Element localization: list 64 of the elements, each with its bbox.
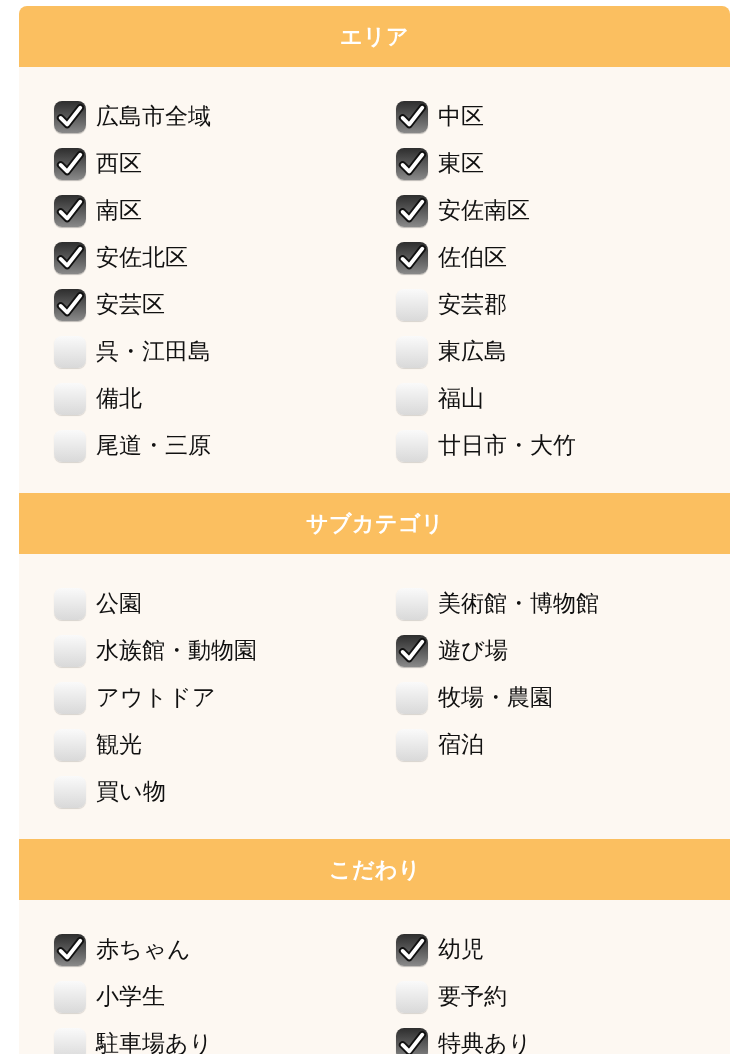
checkbox[interactable] [54, 100, 86, 133]
checkbox[interactable] [54, 194, 86, 227]
checkbox-label[interactable]: 赤ちゃん [96, 938, 191, 961]
checkbox-label[interactable]: 安芸郡 [438, 293, 507, 316]
checkbox[interactable] [54, 147, 86, 180]
checkbox-label[interactable]: 買い物 [96, 780, 166, 803]
section-header: こだわり [19, 839, 730, 900]
checkbox-label[interactable]: 佐伯区 [438, 246, 507, 269]
checkbox-label[interactable]: 牧場・農園 [438, 686, 553, 709]
checkbox-label[interactable]: 宿泊 [438, 733, 484, 756]
checkbox[interactable] [396, 147, 428, 180]
checkbox-label[interactable]: 呉・江田島 [96, 340, 211, 363]
checkbox[interactable] [396, 980, 428, 1013]
checkbox-label[interactable]: 西区 [96, 152, 142, 175]
checkbox-label[interactable]: 備北 [96, 387, 142, 410]
checkbox[interactable] [54, 775, 86, 808]
checkbox[interactable] [396, 728, 428, 761]
checkbox-label[interactable]: 福山 [438, 387, 484, 410]
checkbox[interactable] [396, 288, 428, 321]
checkbox-label[interactable]: 尾道・三原 [96, 434, 211, 457]
checkbox[interactable] [396, 634, 428, 667]
checkbox-label[interactable]: 安佐北区 [96, 246, 188, 269]
checkbox[interactable] [396, 587, 428, 620]
checkbox[interactable] [396, 194, 428, 227]
checkbox-label[interactable]: 観光 [96, 733, 142, 756]
checkbox-label[interactable]: 遊び場 [438, 639, 508, 662]
checkbox-label[interactable]: 水族館・動物園 [96, 639, 257, 662]
checkbox-label[interactable]: 安佐南区 [438, 199, 530, 222]
checkbox-label[interactable]: 東広島 [438, 340, 507, 363]
checkbox-label[interactable]: 要予約 [438, 985, 507, 1008]
checkbox-label[interactable]: 東区 [438, 152, 484, 175]
checkbox[interactable] [54, 681, 86, 714]
checkbox[interactable] [396, 382, 428, 415]
section-header: エリア [19, 6, 730, 67]
checkbox-label[interactable]: 中区 [438, 105, 484, 128]
checkbox[interactable] [396, 335, 428, 368]
checkbox[interactable] [54, 335, 86, 368]
checkbox-label[interactable]: 安芸区 [96, 293, 165, 316]
checkbox[interactable] [396, 681, 428, 714]
check-icon [397, 1028, 427, 1054]
checkbox-label[interactable]: 美術館・博物館 [438, 592, 599, 615]
checkbox[interactable] [396, 429, 428, 462]
checkbox-label[interactable]: 小学生 [96, 985, 165, 1008]
checkbox[interactable] [54, 241, 86, 274]
checkbox[interactable] [396, 933, 428, 966]
checkbox[interactable] [54, 728, 86, 761]
checkbox[interactable] [396, 100, 428, 133]
checkbox[interactable] [54, 288, 86, 321]
checkbox-label[interactable]: 幼児 [438, 938, 484, 961]
checkbox-label[interactable]: 廿日市・大竹 [438, 434, 576, 457]
checkbox-label[interactable]: 広島市全域 [96, 105, 211, 128]
checkbox-label[interactable]: アウトドア [96, 686, 216, 709]
checkbox[interactable] [54, 587, 86, 620]
checkbox[interactable] [54, 1027, 86, 1054]
checkbox[interactable] [396, 241, 428, 274]
checkbox[interactable] [54, 933, 86, 966]
checkbox-label[interactable]: 公園 [96, 592, 142, 615]
checkbox[interactable] [54, 634, 86, 667]
checkbox[interactable] [54, 429, 86, 462]
checkbox[interactable] [54, 980, 86, 1013]
checkbox-label[interactable]: 南区 [96, 199, 142, 222]
section-header: サブカテゴリ [19, 493, 730, 554]
checkbox[interactable] [396, 1027, 428, 1054]
checkbox[interactable] [54, 382, 86, 415]
